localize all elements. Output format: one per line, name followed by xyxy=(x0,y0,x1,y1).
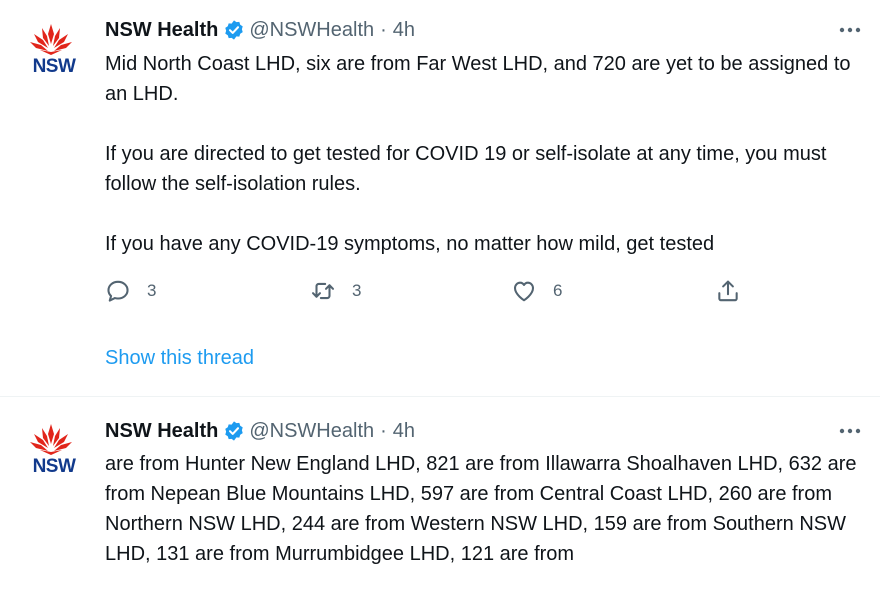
separator-dot: · xyxy=(380,419,387,442)
verified-badge-icon xyxy=(225,20,244,40)
tweet-paragraph: are from Hunter New England LHD, 821 are… xyxy=(105,453,857,565)
author-name[interactable]: NSW Health xyxy=(105,19,218,42)
author-name[interactable]: NSW Health xyxy=(105,420,218,443)
heart-icon xyxy=(513,281,535,302)
tweet-actions: 3 3 6 xyxy=(105,276,745,306)
more-options-icon[interactable] xyxy=(838,421,862,441)
reply-icon xyxy=(107,280,129,302)
logo-text: NSW xyxy=(32,456,76,477)
reply-count: 3 xyxy=(147,281,157,300)
more-options-icon[interactable] xyxy=(838,20,862,40)
avatar[interactable]: NSW xyxy=(14,22,88,77)
tweet-text: Mid North Coast LHD, six are from Far We… xyxy=(105,49,870,259)
tweet-header: NSW Health @NSWHealth · 4h xyxy=(105,418,415,444)
tweet[interactable]: NSW NSW Health @NSWHealth · 4h Mid North… xyxy=(0,0,880,396)
share-button[interactable] xyxy=(715,276,741,306)
waratah-logo-icon xyxy=(30,424,72,455)
author-handle[interactable]: @NSWHealth xyxy=(249,19,374,42)
timestamp[interactable]: 4h xyxy=(393,420,415,443)
retweet-icon xyxy=(312,282,334,300)
tweet-text: are from Hunter New England LHD, 821 are… xyxy=(105,449,870,569)
tweet-paragraph: Mid North Coast LHD, six are from Far We… xyxy=(105,53,851,105)
author-handle[interactable]: @NSWHealth xyxy=(249,420,374,443)
retweet-count: 3 xyxy=(352,281,362,300)
reply-button[interactable]: 3 xyxy=(105,276,156,306)
retweet-button[interactable]: 3 xyxy=(310,276,361,306)
timestamp[interactable]: 4h xyxy=(393,19,415,42)
tweet-paragraph: If you are directed to get tested for CO… xyxy=(105,143,827,195)
separator-dot: · xyxy=(380,18,387,41)
like-button[interactable]: 6 xyxy=(511,276,562,306)
verified-badge-icon xyxy=(225,421,244,441)
tweet-paragraph: If you have any COVID-19 symptoms, no ma… xyxy=(105,233,715,255)
share-icon xyxy=(718,280,738,302)
show-thread-link[interactable]: Show this thread xyxy=(105,347,254,370)
tweet-header: NSW Health @NSWHealth · 4h xyxy=(105,17,415,43)
like-count: 6 xyxy=(553,281,563,300)
avatar[interactable]: NSW xyxy=(14,422,88,477)
waratah-logo-icon xyxy=(30,24,72,55)
tweet[interactable]: NSW NSW Health @NSWHealth · 4h are from … xyxy=(0,397,880,610)
logo-text: NSW xyxy=(32,56,76,77)
